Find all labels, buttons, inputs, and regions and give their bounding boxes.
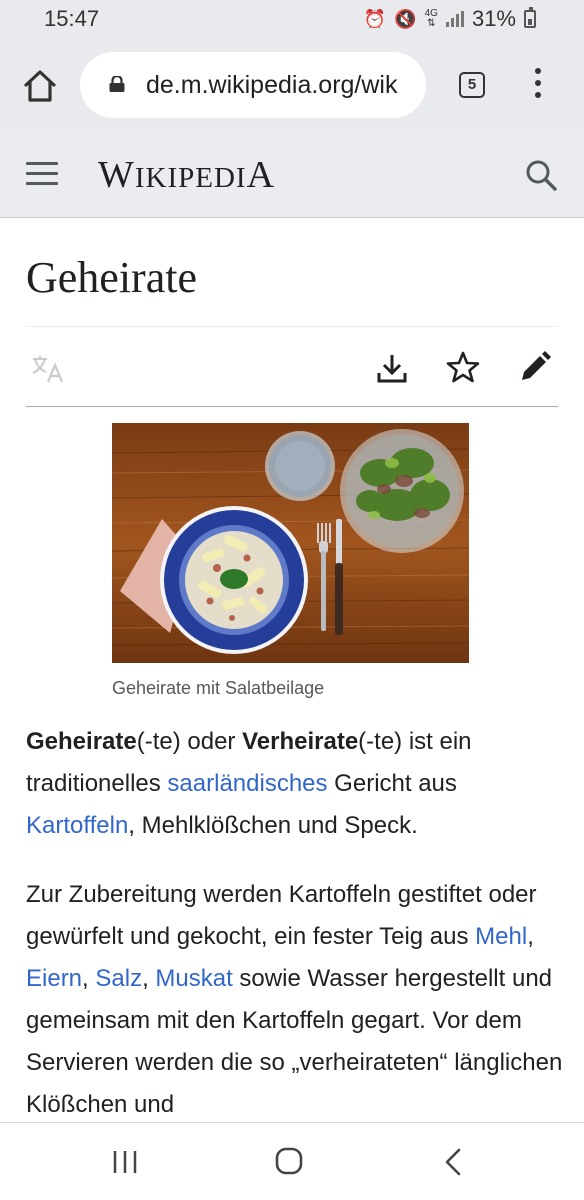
wikipedia-header: WIKIPEDIA (0, 130, 584, 218)
mute-icon: 🔇 (394, 8, 417, 29)
link-kartoffeln[interactable]: Kartoffeln (26, 812, 128, 839)
url-text: de.m.wikipedia.org/wik (146, 71, 398, 99)
back-icon[interactable] (443, 1148, 463, 1176)
article-paragraph: Geheirate(-te) oder Verheirate(-te) ist … (26, 728, 472, 839)
link-mehl[interactable]: Mehl (475, 923, 527, 950)
battery-percent: 31% (471, 6, 516, 31)
signal-icon (445, 11, 464, 27)
lock-icon (109, 76, 125, 92)
alarm-icon: ⏰ (363, 8, 387, 29)
system-navigation-bar (0, 1122, 584, 1200)
link-saarlaendisches[interactable]: saarländisches (167, 770, 327, 797)
network-type: 4G ⇅ (424, 8, 438, 29)
status-bar: 15:47 ⏰ 🔇 4G ⇅ 31% (0, 0, 584, 42)
language-icon[interactable] (31, 354, 67, 384)
page-title: Geheirate (26, 253, 197, 302)
battery-icon (524, 7, 536, 28)
bold-term: Geheirate (26, 728, 137, 755)
hamburger-menu-icon[interactable] (26, 162, 58, 186)
food-photo[interactable] (112, 423, 469, 663)
link-eiern[interactable]: Eiern (26, 965, 82, 992)
url-bar[interactable]: de.m.wikipedia.org/wik (80, 52, 426, 118)
divider (26, 326, 558, 327)
browser-menu-icon[interactable] (532, 68, 544, 102)
wikipedia-wordmark[interactable]: WIKIPEDIA (98, 153, 275, 197)
status-icons: ⏰ 🔇 4G ⇅ 31% (364, 6, 536, 32)
link-salz[interactable]: Salz (95, 965, 142, 992)
star-icon[interactable] (446, 350, 480, 384)
bold-term: Verheirate (242, 728, 359, 755)
article-paragraph: Zur Zubereitung werden Kartoffeln gestif… (26, 881, 563, 1118)
recent-apps-icon[interactable] (112, 1150, 138, 1174)
home-icon[interactable] (20, 66, 60, 106)
download-icon[interactable] (376, 352, 408, 384)
edit-pencil-icon[interactable] (518, 350, 552, 384)
status-time: 15:47 (44, 6, 100, 31)
image-caption: Geheirate mit Salatbeilage (112, 678, 325, 698)
divider (26, 406, 558, 407)
home-button-icon[interactable] (275, 1147, 303, 1175)
browser-toolbar: de.m.wikipedia.org/wik 5 (0, 42, 584, 130)
link-muskat[interactable]: Muskat (155, 965, 232, 992)
search-icon[interactable] (524, 158, 558, 192)
tab-switcher-button[interactable]: 5 (459, 72, 485, 98)
